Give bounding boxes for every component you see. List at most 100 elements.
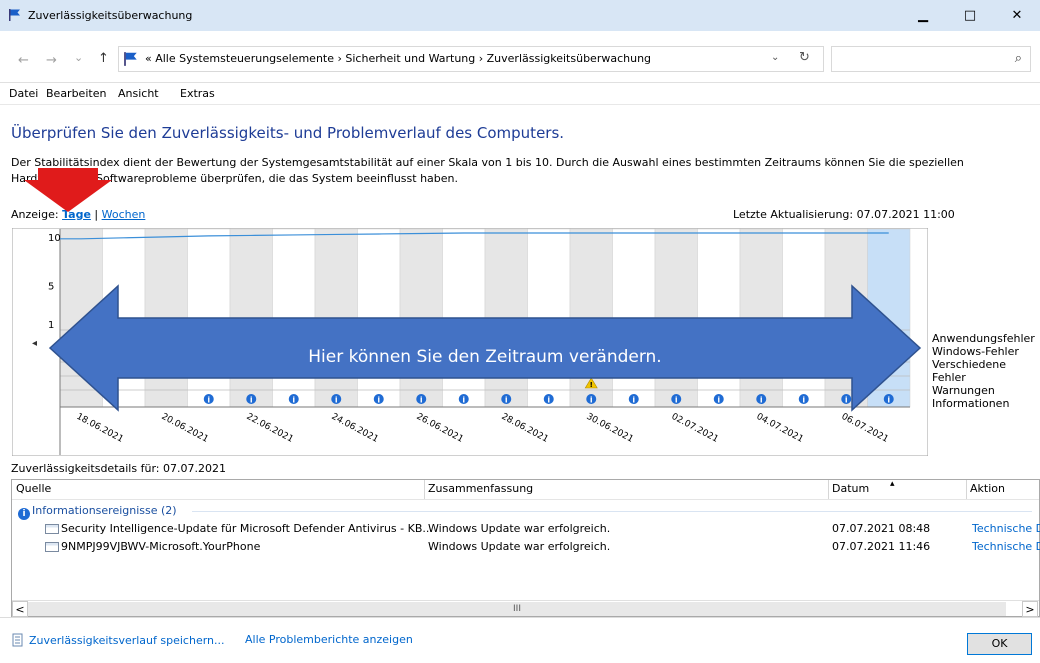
refresh-icon[interactable]: ↻ <box>799 50 810 65</box>
day-column[interactable] <box>229 228 273 408</box>
scroll-left-button[interactable]: < <box>12 601 28 617</box>
legend-warnings: Warnungen <box>932 384 995 397</box>
day-column[interactable] <box>102 228 146 408</box>
footer: Zuverlässigkeitsverlauf speichern... All… <box>0 617 1040 663</box>
header-divider <box>12 499 1039 500</box>
info-marker-glyph: i <box>802 396 805 405</box>
app-window-icon <box>45 542 59 552</box>
day-column[interactable] <box>272 228 316 408</box>
view-days-link[interactable]: Tage <box>62 208 91 221</box>
row-action-link[interactable]: Technische D <box>972 522 1040 535</box>
ok-button[interactable]: OK <box>967 633 1032 655</box>
info-marker-glyph: i <box>377 396 380 405</box>
day-column[interactable] <box>399 228 443 408</box>
day-column[interactable] <box>654 228 698 408</box>
scroll-right-button[interactable]: > <box>1022 601 1038 617</box>
info-marker-glyph: i <box>887 396 890 405</box>
column-divider[interactable] <box>828 480 829 499</box>
document-icon <box>12 633 23 647</box>
info-marker-glyph: i <box>547 396 550 405</box>
day-column[interactable] <box>314 228 358 408</box>
y-tick-label: 5 <box>48 281 54 292</box>
chevron-down-icon[interactable]: ⌄ <box>771 52 779 63</box>
last-update-text: Letzte Aktualisierung: 07.07.2021 11:00 <box>733 208 955 221</box>
day-column[interactable] <box>867 228 911 408</box>
forward-button[interactable]: → <box>46 53 57 68</box>
breadcrumb[interactable]: « Alle Systemsteuerungselemente › Sicher… <box>145 52 651 65</box>
info-marker-glyph: i <box>675 396 678 405</box>
day-column[interactable] <box>612 228 656 408</box>
intro-text: Der Stabilitätsindex dient der Bewertung… <box>11 156 964 185</box>
day-column[interactable] <box>697 228 741 408</box>
day-column[interactable] <box>357 228 401 408</box>
table-row[interactable]: 9NMPJ99VJBWV-Microsoft.YourPhone Windows… <box>12 538 1040 556</box>
day-column[interactable] <box>782 228 826 408</box>
info-marker-glyph: i <box>292 396 295 405</box>
y-tick-label: 1 <box>48 320 54 331</box>
column-header-action[interactable]: Aktion <box>970 482 1005 495</box>
column-header-date[interactable]: Datum <box>832 482 869 495</box>
row-summary: Windows Update war erfolgreich. <box>428 522 611 535</box>
day-column[interactable] <box>187 228 231 408</box>
all-reports-link[interactable]: Alle Problemberichte anzeigen <box>245 633 413 646</box>
view-separator: | <box>94 208 99 221</box>
menu-bearbeiten[interactable]: Bearbeiten <box>46 87 106 100</box>
legend-misc-errors: Verschiedene Fehler <box>932 358 1007 384</box>
view-label: Anzeige: <box>11 208 59 221</box>
menu-ansicht[interactable]: Ansicht <box>118 87 159 100</box>
info-marker-glyph: i <box>632 396 635 405</box>
legend-app-errors: Anwendungsfehler <box>932 332 1035 345</box>
view-weeks-link[interactable]: Wochen <box>102 208 146 221</box>
row-action-link[interactable]: Technische D <box>972 540 1040 553</box>
page-title: Überprüfen Sie den Zuverlässigkeits- und… <box>11 124 565 142</box>
window-title: Zuverlässigkeitsüberwachung <box>28 9 193 22</box>
app-window-icon <box>45 524 59 534</box>
column-header-summary[interactable]: Zusammenfassung <box>428 482 533 495</box>
menu-datei[interactable]: Datei <box>9 87 38 100</box>
info-icon: i <box>18 508 30 520</box>
legend-windows-errors: Windows-Fehler <box>932 345 1019 358</box>
info-marker-glyph: i <box>505 396 508 405</box>
address-field[interactable]: « Alle Systemsteuerungselemente › Sicher… <box>118 46 824 72</box>
search-icon: ⌕ <box>1014 51 1022 66</box>
column-header-source[interactable]: Quelle <box>16 482 51 495</box>
search-input[interactable]: ⌕ <box>831 46 1031 72</box>
info-marker-glyph: i <box>760 396 763 405</box>
info-marker-glyph: i <box>590 396 593 405</box>
info-marker-glyph: i <box>717 396 720 405</box>
info-marker-glyph: i <box>845 396 848 405</box>
reliability-chart[interactable]: 1051 i i i i i i i i i i i i i i i i i! 18.06.2021 20.06.… <box>12 228 928 456</box>
menu-bar: Datei Bearbeiten Ansicht Extras <box>0 83 1040 105</box>
warning-marker-glyph: ! <box>590 381 593 389</box>
sort-ascending-icon: ▴ <box>890 479 895 489</box>
save-history-link[interactable]: Zuverlässigkeitsverlauf speichern... <box>11 633 225 647</box>
row-date: 07.07.2021 08:48 <box>832 522 931 535</box>
day-column[interactable] <box>442 228 486 408</box>
day-column[interactable] <box>144 228 188 408</box>
day-column[interactable] <box>824 228 868 408</box>
day-column[interactable] <box>59 228 103 408</box>
back-button[interactable]: ← <box>18 53 29 68</box>
details-label: Zuverlässigkeitsdetails für: 07.07.2021 <box>11 462 226 475</box>
chart-legend: Anwendungsfehler Windows-Fehler Verschie… <box>932 332 1040 410</box>
day-column[interactable] <box>527 228 571 408</box>
scrollbar-thumb[interactable]: III <box>28 602 1006 616</box>
day-column[interactable] <box>484 228 528 408</box>
column-divider[interactable] <box>966 480 967 499</box>
group-header[interactable]: i Informationsereignisse (2) <box>18 504 177 520</box>
group-divider <box>192 511 1032 512</box>
recent-locations-button[interactable]: ⌄ <box>74 51 83 64</box>
flag-icon <box>124 52 137 66</box>
minimize-button[interactable]: ▁ <box>900 0 946 31</box>
close-button[interactable]: ✕ <box>994 0 1040 31</box>
table-row[interactable]: Security Intelligence-Update für Microso… <box>12 520 1040 538</box>
up-button[interactable]: ↑ <box>98 51 109 66</box>
maximize-button[interactable]: □ <box>947 0 993 31</box>
menu-extras[interactable]: Extras <box>180 87 215 100</box>
title-bar: Zuverlässigkeitsüberwachung ▁ □ ✕ <box>0 0 1040 31</box>
info-marker-glyph: i <box>250 396 253 405</box>
column-divider[interactable] <box>424 480 425 499</box>
day-column[interactable] <box>739 228 783 408</box>
horizontal-scrollbar[interactable]: < III > <box>12 600 1039 617</box>
scroll-left-arrow[interactable]: ◂ <box>32 338 37 349</box>
